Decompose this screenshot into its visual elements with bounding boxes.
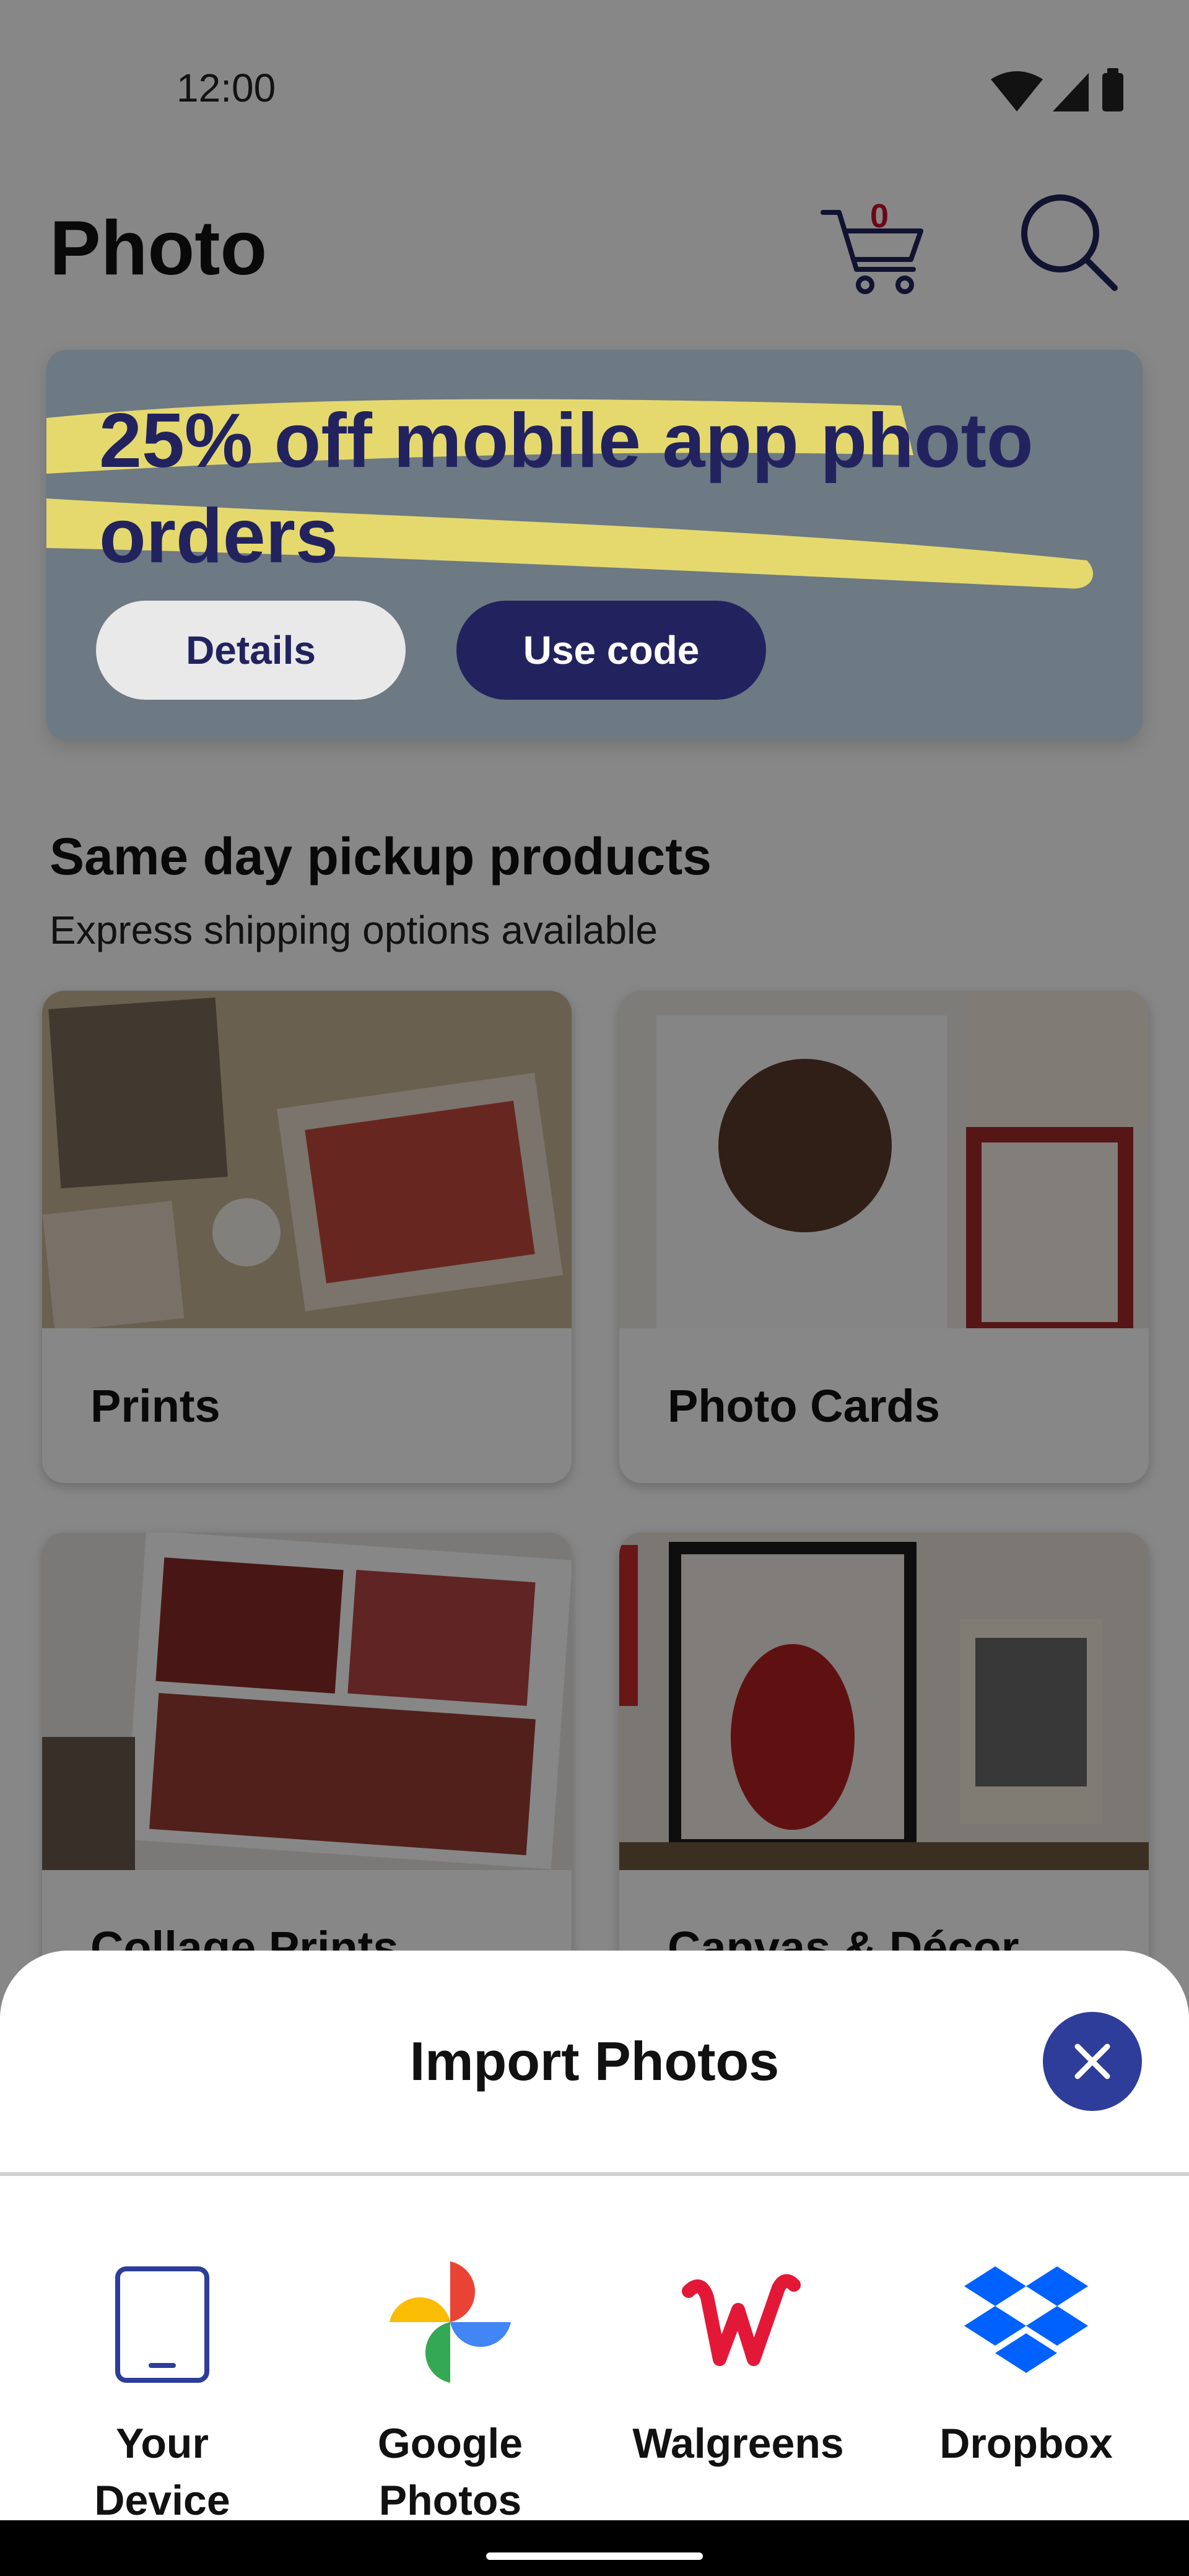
use-code-button[interactable]: Use code bbox=[456, 601, 766, 700]
home-gesture-handle[interactable] bbox=[486, 2552, 703, 2560]
promo-title: 25% off mobile app photo orders bbox=[99, 398, 1034, 579]
device-icon bbox=[115, 2266, 209, 2383]
import-option-your-device[interactable]: Your Device bbox=[26, 2254, 298, 2529]
import-photos-sheet: Import Photos Your Device Google Photos bbox=[0, 1951, 1189, 2524]
close-icon bbox=[1074, 2043, 1110, 2079]
google-photos-icon bbox=[390, 2261, 511, 2383]
dropbox-icon bbox=[964, 2266, 1088, 2373]
screen: 12:00 Photo 0 25% off mobile app photo o… bbox=[0, 0, 1189, 2576]
system-navigation-bar bbox=[0, 2520, 1189, 2576]
close-button[interactable] bbox=[1043, 2012, 1142, 2111]
sheet-divider bbox=[0, 2172, 1189, 2176]
option-label: Walgreens bbox=[632, 2420, 844, 2467]
promo-banner: 25% off mobile app photo orders Details … bbox=[46, 350, 1143, 740]
option-label: Google Photos bbox=[377, 2420, 523, 2524]
import-option-walgreens[interactable]: Walgreens bbox=[602, 2254, 874, 2472]
walgreens-icon bbox=[682, 2274, 801, 2366]
sheet-title: Import Photos bbox=[409, 2030, 780, 2092]
option-label: Dropbox bbox=[939, 2420, 1113, 2467]
import-option-google-photos[interactable]: Google Photos bbox=[314, 2254, 586, 2529]
details-button[interactable]: Details bbox=[96, 601, 406, 700]
option-label: Your Device bbox=[94, 2420, 230, 2524]
import-option-dropbox[interactable]: Dropbox bbox=[890, 2254, 1162, 2472]
